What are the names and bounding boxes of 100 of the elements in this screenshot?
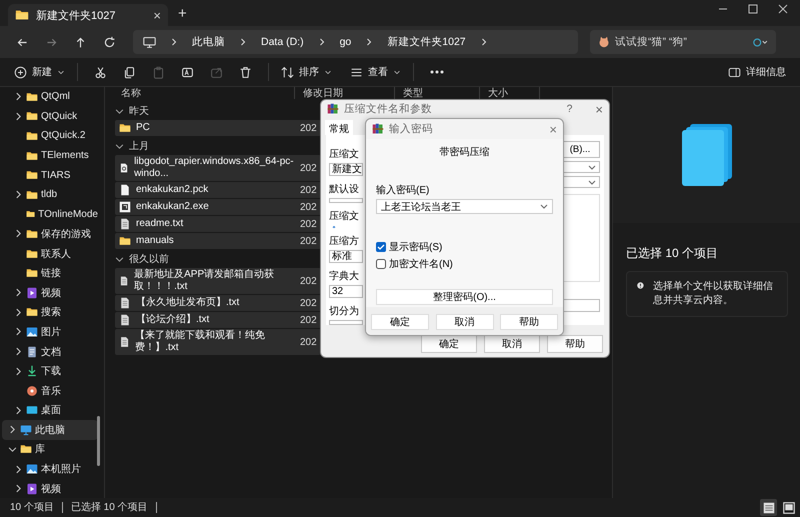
new-button[interactable]: 新建 bbox=[10, 62, 69, 82]
chevron-right-icon[interactable] bbox=[14, 327, 23, 336]
file-row[interactable]: 【永久地址发布页】.txt 202 bbox=[115, 295, 321, 311]
organize-passwords-button[interactable]: 整理密码(O)... bbox=[376, 289, 553, 305]
group-header[interactable]: 昨天 bbox=[111, 103, 290, 119]
close-tab-button[interactable]: × bbox=[153, 8, 161, 22]
sort-button[interactable]: 排序 bbox=[277, 62, 336, 82]
checkbox[interactable] bbox=[376, 242, 386, 252]
view-toggle-button[interactable] bbox=[760, 499, 777, 516]
file-row[interactable]: 最新地址及APP请发邮箱自动获取！！！.txt 202 bbox=[115, 268, 321, 294]
chevron-right-icon[interactable] bbox=[14, 484, 23, 494]
chevron-down-icon[interactable] bbox=[8, 444, 17, 454]
delete-icon[interactable] bbox=[239, 66, 252, 78]
sidebar-item[interactable]: 图片 bbox=[2, 322, 98, 342]
view-toggle-button[interactable] bbox=[780, 499, 797, 516]
sidebar-item[interactable]: TElements bbox=[2, 146, 98, 166]
chevron-right-icon[interactable] bbox=[8, 425, 17, 434]
details-button[interactable]: 详细信息 bbox=[724, 62, 790, 82]
address-bar[interactable]: 此电脑 Data (D:) go 新建文件夹1027 bbox=[133, 30, 578, 54]
sidebar-item[interactable]: 音乐 bbox=[2, 380, 98, 400]
browser-tab[interactable]: 新建文件夹1027 × bbox=[8, 4, 168, 26]
file-row[interactable]: libgodot_rapier.windows.x86_64-pc-windo... 202 bbox=[115, 155, 321, 181]
refresh-icon[interactable] bbox=[103, 36, 116, 48]
sidebar-item[interactable]: 文档 bbox=[2, 342, 98, 362]
cut-icon[interactable] bbox=[94, 66, 107, 78]
search-field[interactable]: 试试搜“猫” “狗” bbox=[590, 30, 776, 54]
help-button[interactable]: ? bbox=[566, 103, 572, 115]
file-row[interactable]: enkakukan2.pck 202 bbox=[115, 182, 321, 198]
sidebar-item[interactable]: tldb bbox=[2, 184, 98, 205]
chevron-right-icon[interactable] bbox=[14, 366, 23, 376]
file-row[interactable]: readme.txt 202 bbox=[115, 216, 321, 232]
close-button[interactable]: × bbox=[549, 122, 557, 136]
chevron-right-icon[interactable] bbox=[14, 112, 23, 121]
chevron-right-icon[interactable] bbox=[170, 38, 178, 46]
close-button[interactable]: × bbox=[595, 102, 603, 116]
sidebar-item[interactable]: 桌面 bbox=[2, 400, 98, 420]
chevron-down-icon[interactable] bbox=[115, 142, 124, 150]
column-header[interactable]: 名称 bbox=[111, 87, 295, 99]
dialog-button[interactable]: 确定 bbox=[421, 335, 477, 353]
sidebar-item[interactable]: QtQml bbox=[2, 87, 98, 107]
breadcrumb[interactable]: Data (D:) bbox=[261, 36, 304, 48]
chevron-right-icon[interactable] bbox=[14, 406, 23, 415]
new-tab-button[interactable]: + bbox=[178, 5, 187, 22]
chevron-right-icon[interactable] bbox=[14, 347, 23, 356]
sidebar-item[interactable]: 下载 bbox=[2, 361, 98, 381]
sidebar-item[interactable]: 库 bbox=[2, 440, 98, 460]
file-row[interactable]: PC 202 bbox=[115, 120, 321, 136]
input-field[interactable] bbox=[329, 198, 363, 203]
dialog-button[interactable]: 取消 bbox=[484, 335, 540, 353]
sidebar-item[interactable]: 链接 bbox=[2, 263, 98, 283]
breadcrumb[interactable]: 此电脑 bbox=[192, 35, 225, 49]
more-icon[interactable] bbox=[430, 70, 444, 74]
file-row[interactable]: enkakukan2.exe 202 bbox=[115, 199, 321, 215]
rename-icon[interactable] bbox=[181, 66, 194, 78]
sidebar-item[interactable]: 视频 bbox=[2, 282, 98, 303]
close-icon[interactable] bbox=[778, 4, 788, 14]
group-header[interactable]: 很久以前 bbox=[111, 251, 290, 267]
checkbox[interactable] bbox=[376, 259, 386, 269]
chevron-right-icon[interactable] bbox=[239, 38, 247, 46]
sidebar-item[interactable]: TIARS bbox=[2, 165, 98, 185]
chevron-right-icon[interactable] bbox=[14, 190, 23, 200]
sidebar-item[interactable]: 联系人 bbox=[2, 244, 98, 264]
search-icon[interactable] bbox=[752, 36, 768, 48]
file-row[interactable]: 【论坛介绍】.txt 202 bbox=[115, 312, 321, 328]
password-combo[interactable]: 上老王论坛当老王 bbox=[376, 199, 553, 214]
chevron-right-icon[interactable] bbox=[480, 38, 488, 46]
chevron-right-icon[interactable] bbox=[14, 308, 23, 317]
chevron-right-icon[interactable] bbox=[318, 38, 326, 46]
sidebar-item[interactable]: QtQuick.2 bbox=[2, 126, 98, 146]
file-row[interactable]: 【来了就能下载和观看！纯免费！】.txt 202 bbox=[115, 329, 321, 355]
sidebar-item[interactable]: 搜索 bbox=[2, 302, 98, 322]
group-header[interactable]: 上月 bbox=[111, 138, 290, 154]
sidebar-item[interactable]: QtQuick bbox=[2, 106, 98, 126]
view-button[interactable]: 查看 bbox=[346, 62, 405, 82]
chevron-down-icon[interactable] bbox=[115, 106, 124, 116]
chevron-right-icon[interactable] bbox=[14, 464, 23, 474]
input-field[interactable]: 标准 bbox=[329, 250, 363, 264]
sidebar-item[interactable]: 视频 bbox=[2, 478, 98, 498]
sidebar-item[interactable]: TOnlineMode bbox=[2, 204, 98, 224]
chevron-down-icon[interactable] bbox=[115, 254, 124, 264]
input-field[interactable]: 32 bbox=[329, 285, 363, 298]
breadcrumb[interactable]: go bbox=[340, 36, 352, 48]
maximize-icon[interactable] bbox=[748, 4, 758, 14]
copy-icon[interactable] bbox=[123, 66, 136, 78]
file-row[interactable]: manuals 202 bbox=[115, 233, 321, 249]
chevron-right-icon[interactable] bbox=[365, 38, 374, 46]
scrollbar-thumb[interactable] bbox=[97, 416, 100, 466]
dialog-button[interactable]: 帮助 bbox=[500, 314, 558, 330]
tab[interactable]: 常规 bbox=[325, 120, 353, 135]
input-field[interactable] bbox=[329, 320, 363, 325]
up-icon[interactable] bbox=[74, 36, 87, 48]
sidebar-item[interactable]: 保存的游戏 bbox=[2, 224, 98, 244]
dialog-button[interactable]: 取消 bbox=[436, 314, 494, 330]
dialog-button[interactable]: 帮助 bbox=[547, 335, 603, 353]
sidebar-item[interactable]: 本机照片 bbox=[2, 459, 98, 479]
chevron-right-icon[interactable] bbox=[14, 288, 23, 298]
sidebar-item[interactable]: 此电脑 bbox=[2, 420, 98, 440]
breadcrumb[interactable]: 新建文件夹1027 bbox=[387, 35, 466, 49]
chevron-right-icon[interactable] bbox=[14, 229, 23, 238]
dialog-button[interactable]: 确定 bbox=[371, 314, 429, 330]
